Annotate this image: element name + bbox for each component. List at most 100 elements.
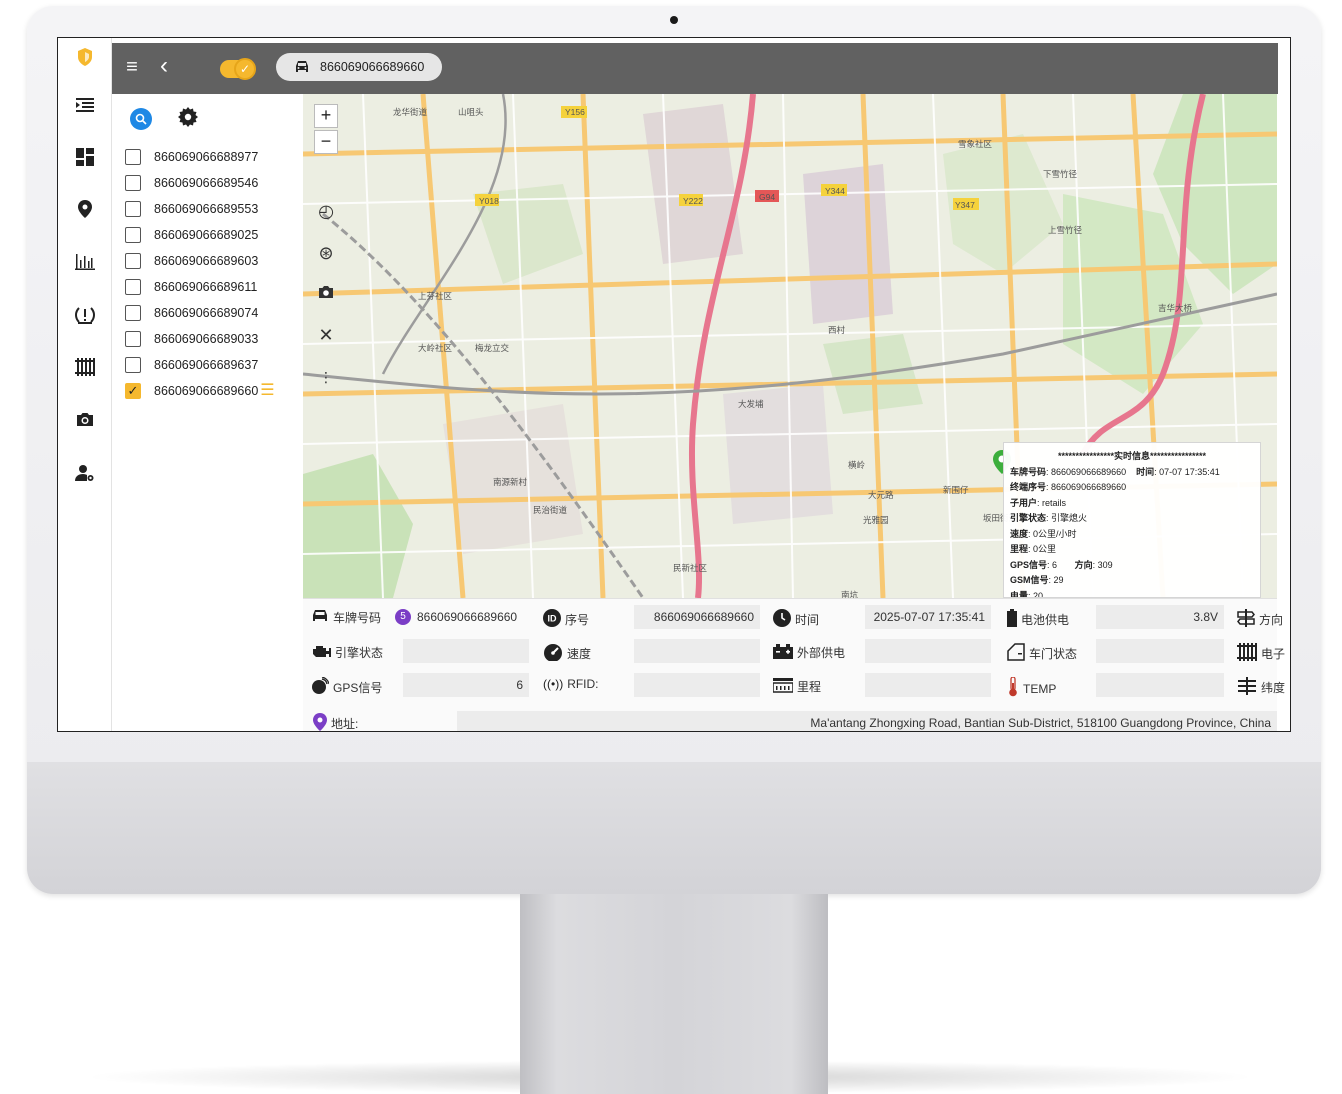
- device-row[interactable]: 866069066689611: [112, 274, 303, 300]
- device-row[interactable]: 866069066689025: [112, 222, 303, 248]
- lat-label: 纬度: [1261, 681, 1286, 695]
- device-list-panel: 866069066688977 866069066689546 8660690666…: [112, 94, 303, 731]
- map-place-label: 大元路: [868, 490, 894, 500]
- latitude-icon: [1237, 677, 1257, 698]
- hamburger-menu-icon[interactable]: ≡: [120, 55, 144, 79]
- popup-row-gps: GPS信号: 6 方向: 309: [1010, 559, 1113, 570]
- engine-value: [403, 639, 529, 663]
- map-place-label: G94: [759, 192, 776, 202]
- device-checkbox[interactable]: [125, 357, 141, 373]
- search-icon: [135, 113, 147, 125]
- map-place-label: 民治街道: [533, 505, 568, 515]
- selected-vehicle-id: 866069066689660: [320, 60, 425, 74]
- map-place-label: 梅龙立交: [475, 343, 510, 353]
- popup-subuser-label: 子用户: [1010, 497, 1038, 508]
- device-row[interactable]: 866069066689553: [112, 196, 303, 222]
- back-chevron-icon[interactable]: ‹: [152, 54, 176, 79]
- device-id: 866069066689033: [154, 332, 259, 346]
- map-place-label: 上芬社区: [418, 291, 453, 301]
- speed-label-cell: 速度: [543, 643, 591, 664]
- rfid-label-cell: ((•)) RFID:: [543, 677, 599, 691]
- serial-label: 序号: [565, 613, 590, 627]
- device-checkbox[interactable]: [125, 253, 141, 269]
- time-label-cell: 时间: [773, 609, 819, 630]
- door-value: [1096, 639, 1224, 663]
- camera-tool-icon[interactable]: [313, 280, 339, 306]
- external-power-label: 外部供电: [797, 646, 846, 660]
- popup-gps-value: 6: [1052, 559, 1058, 570]
- selected-vehicle-chip[interactable]: 866069066689660: [276, 53, 442, 81]
- zoom-out-button[interactable]: −: [314, 130, 338, 154]
- external-power-value: [865, 639, 991, 663]
- device-checkbox[interactable]: [125, 227, 141, 243]
- map-place-label: Y156: [565, 107, 585, 117]
- tire-tool-icon[interactable]: ⊛: [313, 240, 339, 266]
- device-row[interactable]: 866069066689603: [112, 248, 303, 274]
- map-place-label: 西村: [828, 325, 846, 335]
- zoom-in-button[interactable]: +: [314, 104, 338, 128]
- row-menu-icon[interactable]: ☰: [260, 383, 274, 399]
- search-button[interactable]: [130, 108, 152, 130]
- statistics-chart-icon[interactable]: [58, 246, 112, 276]
- user-settings-icon[interactable]: [58, 458, 112, 488]
- gps-label: GPS信号: [333, 681, 383, 695]
- plate-value-cell: 5 866069066689660: [395, 609, 517, 625]
- speedometer-tool-icon[interactable]: ◴: [313, 198, 339, 224]
- list-view-icon[interactable]: [58, 90, 112, 120]
- device-checkbox[interactable]: [125, 279, 141, 295]
- map-place-label: Y018: [479, 196, 499, 206]
- gear-icon[interactable]: [178, 106, 198, 132]
- map-place-label: 南源新村: [493, 477, 528, 487]
- popup-time-value: 07-07 17:35:41: [1159, 466, 1220, 477]
- map-view[interactable]: 龙华街道 山咀头 Y156 Y018 Y222 G94 Y344 Y347 上芬社区 大岭社区 梅龙…: [303, 94, 1277, 598]
- device-checkbox[interactable]: [125, 201, 141, 217]
- device-id: 866069066689611: [154, 280, 258, 294]
- camera-icon[interactable]: [58, 404, 112, 434]
- map-place-label: 民新社区: [673, 563, 708, 573]
- temp-label: TEMP: [1023, 681, 1057, 696]
- device-row[interactable]: 866069066689033: [112, 326, 303, 352]
- device-checkbox[interactable]: [125, 305, 141, 321]
- popup-mileage-value: 0公里: [1033, 544, 1057, 554]
- device-row[interactable]: 866069066689074: [112, 300, 303, 326]
- device-row[interactable]: 866069066689546: [112, 170, 303, 196]
- popup-terminal-value: 866069066689660: [1051, 482, 1127, 492]
- tracking-toggle[interactable]: ✓: [220, 58, 256, 80]
- radiator-icon[interactable]: [58, 352, 112, 382]
- map-place-label: 大岭社区: [418, 343, 453, 353]
- map-place-label: 横岭: [848, 460, 866, 470]
- more-tools-icon[interactable]: ⋮: [313, 364, 339, 390]
- device-id: 866069066689546: [154, 176, 259, 190]
- popup-mileage-label: 里程: [1010, 544, 1029, 554]
- vehicle-count-badge: 5: [395, 609, 411, 625]
- map-place-label: 大发埔: [738, 399, 764, 409]
- tire-pressure-icon[interactable]: [58, 300, 112, 330]
- battery-label-cell: 电池供电: [1007, 609, 1069, 630]
- device-row[interactable]: 866069066688977: [112, 144, 303, 170]
- dashboard-icon[interactable]: [58, 142, 112, 172]
- device-checkbox[interactable]: [125, 175, 141, 191]
- popup-direction-value: 309: [1097, 559, 1113, 570]
- engine-label-cell: 引擎状态: [311, 643, 383, 662]
- mileage-label-cell: 里程: [772, 677, 821, 696]
- device-checkbox[interactable]: ✓: [125, 383, 141, 399]
- car-icon: [296, 61, 308, 72]
- location-pin-icon[interactable]: [58, 194, 112, 224]
- popup-row-speed: 速度: 0公里/小时: [1010, 528, 1077, 539]
- popup-plate-value: 866069066689660: [1051, 466, 1127, 477]
- device-row[interactable]: ✓ 866069066689660 ☰: [112, 378, 303, 404]
- device-checkbox[interactable]: [125, 331, 141, 347]
- device-id: 866069066689637: [154, 358, 259, 372]
- popup-plate-label: 车牌号码: [1010, 466, 1047, 477]
- car-door-icon: [1007, 643, 1025, 664]
- satellite-icon: [311, 676, 330, 698]
- rfid-value: [634, 673, 760, 697]
- car-icon: [311, 609, 329, 626]
- device-checkbox[interactable]: [125, 149, 141, 165]
- popup-direction-label: 方向: [1074, 559, 1093, 570]
- external-power-label-cell: 外部供电: [773, 643, 845, 662]
- close-tool-icon[interactable]: ✕: [313, 322, 339, 348]
- device-id: 866069066689074: [154, 306, 259, 320]
- device-row[interactable]: 866069066689637: [112, 352, 303, 378]
- map-place-label: 上雪竹径: [1048, 225, 1083, 235]
